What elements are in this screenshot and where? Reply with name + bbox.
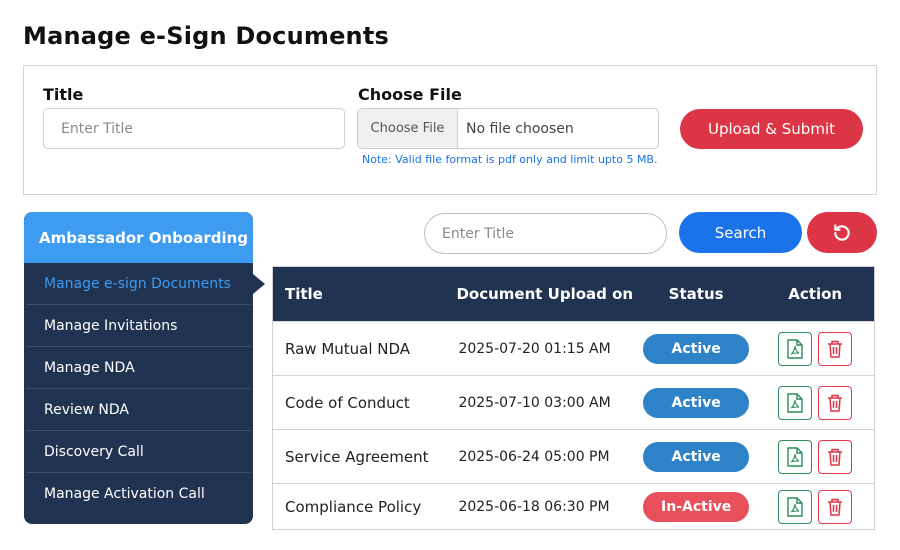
- status-badge: Active: [643, 333, 750, 364]
- header-status: Status: [668, 285, 724, 303]
- sidebar-item-review-nda[interactable]: Review NDA: [26, 389, 251, 431]
- status-badge: Active: [643, 441, 750, 472]
- pdf-file-icon: [787, 496, 803, 517]
- trash-icon: [828, 498, 843, 516]
- header-action: Action: [788, 285, 843, 303]
- documents-table: Title Document Upload on Status Action R…: [272, 266, 875, 530]
- sidebar-item-discovery-call[interactable]: Discovery Call: [26, 431, 251, 473]
- file-note: Note: Valid file format is pdf only and …: [362, 153, 658, 166]
- header-title: Title: [285, 285, 323, 303]
- file-picker[interactable]: Choose File No file choosen: [357, 108, 659, 149]
- row-title: Compliance Policy: [285, 497, 422, 516]
- sidebar-item-manage-nda[interactable]: Manage NDA: [26, 347, 251, 389]
- header-date: Document Upload on: [456, 285, 634, 303]
- row-date: 2025-06-24 05:00 PM: [458, 448, 610, 465]
- table-row: Compliance Policy 2025-06-18 06:30 PM In…: [273, 483, 874, 529]
- search-input[interactable]: [424, 213, 667, 254]
- trash-icon: [828, 448, 843, 466]
- choose-file-button[interactable]: Choose File: [358, 109, 458, 148]
- title-label: Title: [43, 85, 84, 104]
- pdf-file-icon: [787, 392, 803, 413]
- view-pdf-button[interactable]: [778, 489, 813, 524]
- view-pdf-button[interactable]: [778, 331, 813, 366]
- trash-icon: [828, 340, 843, 358]
- view-pdf-button[interactable]: [778, 385, 813, 420]
- title-input[interactable]: [43, 108, 345, 149]
- sidebar-item-manage-activation-call[interactable]: Manage Activation Call: [26, 473, 251, 515]
- row-title: Service Agreement: [285, 447, 429, 466]
- row-date: 2025-07-20 01:15 AM: [458, 340, 611, 357]
- file-label: Choose File: [358, 85, 462, 104]
- table-row: Raw Mutual NDA 2025-07-20 01:15 AM Activ…: [273, 321, 874, 375]
- status-badge: Active: [643, 387, 750, 418]
- delete-button[interactable]: [818, 489, 853, 524]
- row-date: 2025-06-18 06:30 PM: [458, 498, 610, 515]
- file-name-display: No file choosen: [466, 120, 574, 137]
- row-title: Code of Conduct: [285, 393, 410, 412]
- sidebar-item-manage-esign-documents[interactable]: Manage e-sign Documents: [26, 263, 265, 305]
- delete-button[interactable]: [818, 385, 853, 420]
- page-title: Manage e-Sign Documents: [23, 22, 389, 50]
- status-badge: In-Active: [643, 491, 750, 522]
- upload-submit-button[interactable]: Upload & Submit: [680, 109, 863, 149]
- reset-icon: [834, 223, 850, 241]
- row-date: 2025-07-10 03:00 AM: [458, 394, 611, 411]
- table-row: Code of Conduct 2025-07-10 03:00 AM Acti…: [273, 375, 874, 429]
- delete-button[interactable]: [818, 331, 853, 366]
- pdf-file-icon: [787, 338, 803, 359]
- sidebar-header: Ambassador Onboarding: [24, 212, 253, 263]
- trash-icon: [828, 394, 843, 412]
- pdf-file-icon: [787, 446, 803, 467]
- row-title: Raw Mutual NDA: [285, 339, 411, 358]
- view-pdf-button[interactable]: [778, 439, 813, 474]
- table-header: Title Document Upload on Status Action: [273, 267, 874, 321]
- sidebar: Ambassador Onboarding Manage e-sign Docu…: [24, 212, 265, 524]
- delete-button[interactable]: [818, 439, 853, 474]
- reset-button[interactable]: [807, 212, 877, 253]
- table-row: Service Agreement 2025-06-24 05:00 PM Ac…: [273, 429, 874, 483]
- sidebar-item-manage-invitations[interactable]: Manage Invitations: [26, 305, 251, 347]
- upload-form: Title Choose File Choose File No file ch…: [23, 65, 877, 195]
- search-button[interactable]: Search: [679, 212, 802, 253]
